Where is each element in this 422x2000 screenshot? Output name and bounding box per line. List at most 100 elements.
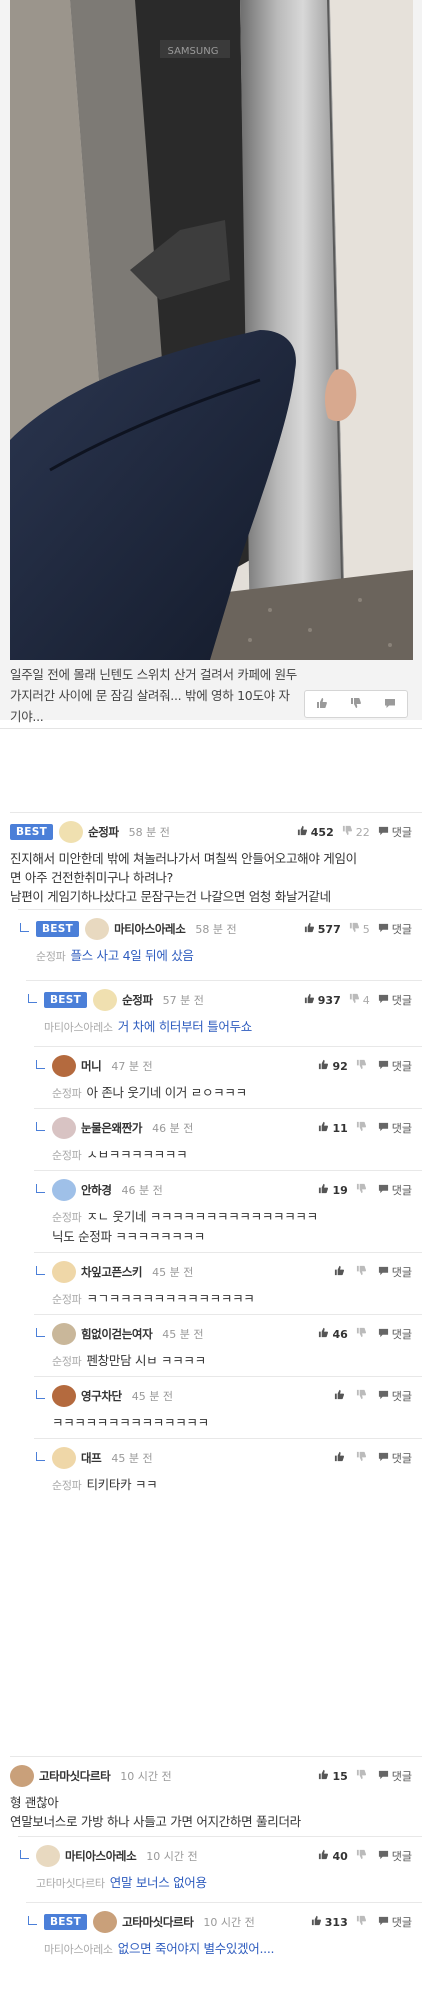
mention-tag[interactable]: 순정파 — [52, 1355, 82, 1368]
dislike-button[interactable]: 22 — [342, 825, 370, 839]
reply-button[interactable]: 댓글 — [378, 1768, 412, 1784]
like-button[interactable]: 19 — [318, 1183, 348, 1197]
avatar[interactable] — [52, 1117, 76, 1139]
avatar[interactable] — [85, 918, 110, 940]
comment-author[interactable]: 안하경 — [81, 1182, 112, 1198]
reply-label: 댓글 — [391, 1850, 412, 1863]
comment-author[interactable]: 고타마싯다르타 — [122, 1914, 194, 1930]
comment-author[interactable]: 차잎고픈스키 — [81, 1264, 142, 1280]
mention-tag[interactable]: 고타마싯다르타 — [36, 1877, 105, 1890]
thumbs-up-icon — [334, 1389, 348, 1403]
like-button[interactable]: 40 — [318, 1849, 348, 1863]
comment-author[interactable]: 고타마싯다르타 — [39, 1768, 111, 1784]
dislike-button[interactable]: 4 — [349, 993, 370, 1007]
comment-author[interactable]: 대프 — [81, 1450, 102, 1466]
avatar[interactable] — [93, 989, 118, 1011]
dislike-button[interactable] — [356, 1769, 370, 1783]
dislike-button[interactable] — [356, 1059, 370, 1073]
like-button[interactable]: 15 — [318, 1769, 348, 1783]
dislike-button[interactable] — [356, 1327, 370, 1341]
post-photo[interactable]: SAMSUNG — [10, 0, 413, 660]
avatar[interactable] — [52, 1055, 76, 1077]
reply-button[interactable]: 댓글 — [378, 1264, 412, 1280]
reply-button[interactable]: 댓글 — [378, 921, 412, 937]
dislike-button[interactable] — [356, 1451, 370, 1465]
reply-label: 댓글 — [391, 1060, 412, 1073]
dislike-button[interactable] — [356, 1389, 370, 1403]
comment-author[interactable]: 순정파 — [88, 824, 119, 840]
like-button[interactable] — [334, 1265, 348, 1279]
reply-button[interactable]: 댓글 — [378, 1848, 412, 1864]
mention-tag[interactable]: 순정파 — [52, 1211, 82, 1224]
mention-tag[interactable]: 순정파 — [52, 1293, 82, 1306]
dislike-button[interactable] — [356, 1849, 370, 1863]
dislike-button[interactable] — [356, 1915, 370, 1929]
mention-tag[interactable]: 순정파 — [36, 950, 66, 963]
thumbs-down-icon — [356, 1121, 370, 1135]
like-button[interactable]: 11 — [318, 1121, 348, 1135]
like-button[interactable] — [334, 1451, 348, 1465]
comment-time: 47 분 전 — [111, 1060, 153, 1073]
comment-author[interactable]: 마티아스아레소 — [65, 1848, 137, 1864]
reply-button[interactable]: 댓글 — [378, 1326, 412, 1342]
like-button[interactable]: 46 — [318, 1327, 348, 1341]
thumbs-up-icon[interactable] — [316, 697, 328, 712]
mention-tag[interactable]: 순정파 — [52, 1087, 82, 1100]
comment-icon[interactable] — [384, 697, 396, 712]
avatar[interactable] — [52, 1385, 76, 1407]
like-count: 577 — [317, 922, 341, 936]
like-button[interactable]: 92 — [318, 1059, 348, 1073]
reply-button[interactable]: 댓글 — [378, 1182, 412, 1198]
avatar[interactable] — [52, 1447, 76, 1469]
avatar[interactable] — [10, 1765, 34, 1787]
like-button[interactable]: 577 — [304, 922, 341, 936]
comment-author[interactable]: 눈물은왜짠가 — [81, 1120, 142, 1136]
dislike-button[interactable] — [356, 1265, 370, 1279]
reply-button[interactable]: 댓글 — [378, 1388, 412, 1404]
comment-author[interactable]: 영구차단 — [81, 1388, 122, 1404]
avatar[interactable] — [93, 1911, 118, 1933]
thumbs-up-icon — [318, 1769, 332, 1783]
dislike-button[interactable] — [356, 1121, 370, 1135]
comment-time: 10 시간 전 — [146, 1850, 198, 1863]
reply-label: 댓글 — [391, 1390, 412, 1403]
avatar[interactable] — [52, 1179, 76, 1201]
reply-button[interactable]: 댓글 — [378, 1058, 412, 1074]
like-button[interactable] — [334, 1389, 348, 1403]
comment-body: 마티아스아레소 없으면 죽어야지 별수있겠어.... — [44, 1939, 275, 1959]
reply-button[interactable]: 댓글 — [378, 992, 412, 1008]
thumbs-down-icon[interactable] — [350, 697, 362, 712]
reply-label: 댓글 — [391, 1184, 412, 1197]
mention-tag[interactable]: 마티아스아레소 — [44, 1943, 113, 1956]
reply-button[interactable]: 댓글 — [378, 1450, 412, 1466]
thumbs-down-icon — [356, 1769, 370, 1783]
avatar[interactable] — [59, 821, 84, 843]
like-count: 313 — [324, 1915, 348, 1929]
mention-tag[interactable]: 순정파 — [52, 1479, 82, 1492]
comment-author[interactable]: 순정파 — [122, 992, 153, 1008]
dislike-count: 4 — [362, 993, 370, 1007]
dislike-button[interactable]: 5 — [349, 922, 370, 936]
comment-body: 순정파 ㅋㄱㅋㅋㅋㅋㅋㅋㅋㅋㅋㅋㅋㅋㅋ — [52, 1289, 255, 1309]
comment-author[interactable]: 힘없이걷는여자 — [81, 1326, 153, 1342]
thumbs-down-icon — [349, 922, 363, 936]
reply-button[interactable]: 댓글 — [378, 1914, 412, 1930]
reply-button[interactable]: 댓글 — [378, 1120, 412, 1136]
avatar[interactable] — [36, 1845, 60, 1867]
reply-button[interactable]: 댓글 — [378, 824, 412, 840]
thumbs-down-icon — [356, 1451, 370, 1465]
like-button[interactable]: 313 — [311, 1915, 348, 1929]
reply-label: 댓글 — [391, 1916, 412, 1929]
like-button[interactable]: 452 — [297, 825, 334, 839]
thumbs-down-icon — [356, 1183, 370, 1197]
reply-label: 댓글 — [391, 994, 412, 1007]
comment-author[interactable]: 마티아스아레소 — [114, 921, 186, 937]
avatar[interactable] — [52, 1323, 76, 1345]
mention-tag[interactable]: 마티아스아레소 — [44, 1021, 113, 1034]
comment-author[interactable]: 머니 — [81, 1058, 102, 1074]
dislike-button[interactable] — [356, 1183, 370, 1197]
mention-tag[interactable]: 순정파 — [52, 1149, 82, 1162]
photo-brand-text: SAMSUNG — [168, 46, 219, 57]
avatar[interactable] — [52, 1261, 76, 1283]
like-button[interactable]: 937 — [304, 993, 341, 1007]
